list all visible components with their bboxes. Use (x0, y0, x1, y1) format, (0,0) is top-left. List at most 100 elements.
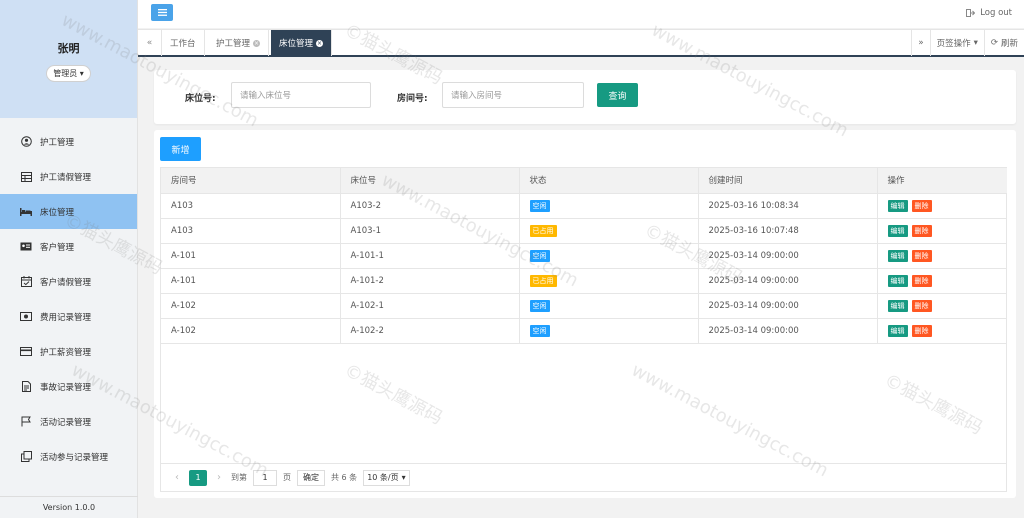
tab-bed-management[interactable]: 床位管理 × (271, 30, 333, 56)
delete-button[interactable]: 删除 (911, 299, 932, 312)
credit-card-icon (20, 347, 32, 357)
table-row: A-102 A-102-2 空闲 2025-03-14 09:00:00 编辑 删除 (161, 318, 1007, 344)
role-dropdown[interactable]: 管理员 ▾ (46, 65, 91, 82)
delete-button[interactable]: 删除 (911, 274, 932, 287)
user-circle-icon (20, 136, 32, 147)
room-number-placeholder: 请输入房间号 (451, 91, 503, 101)
status-badge: 空闲 (529, 249, 550, 262)
page-ops-label: 页签操作 (936, 39, 971, 49)
delete-button[interactable]: 删除 (911, 199, 932, 212)
sidebar-item-2[interactable]: 床位管理 (0, 194, 137, 229)
sidebar-item-label: 事故记录管理 (40, 382, 92, 393)
bed-number-placeholder: 请输入床位号 (240, 91, 292, 101)
add-button[interactable]: 新增 (160, 137, 201, 161)
refresh-label: 刷新 (1000, 39, 1018, 49)
tab-bar: « 工作台 护工管理 × 床位管理 × » 页签操作 ▾ ⟳ 刷新 (138, 29, 1024, 57)
sidebar: 张明 管理员 ▾ 护工管理护工请假管理 床位管理客户管理客户请假管理费用记录管理护… (0, 0, 138, 518)
bed-icon (20, 207, 32, 217)
room-number-label: 房间号: (397, 94, 428, 104)
column-header-room: 房间号 (161, 168, 341, 194)
sidebar-item-5[interactable]: 费用记录管理 (0, 299, 137, 334)
tab-caregiver-management[interactable]: 护工管理 × (208, 30, 270, 56)
status-badge: 空闲 (529, 299, 550, 312)
tab-dashboard[interactable]: 工作台 (162, 30, 205, 56)
bed-table: 房间号 床位号 状态 创建时间 操作 A103 A103-2 空闲 2025-03-1… (160, 167, 1007, 492)
prev-page-icon[interactable]: ‹ (171, 472, 183, 483)
sidebar-item-1[interactable]: 护工请假管理 (0, 159, 137, 194)
sidebar-item-label: 活动记录管理 (40, 417, 92, 428)
tab-scroll-right-button[interactable]: » (911, 30, 929, 56)
tab-label: 护工管理 (216, 39, 251, 49)
edit-button[interactable]: 编辑 (887, 324, 908, 337)
logout-label: Log out (980, 8, 1012, 18)
goto-page-input[interactable]: 1 (253, 469, 277, 486)
edit-button[interactable]: 编辑 (887, 299, 908, 312)
close-icon[interactable]: × (253, 39, 261, 47)
page-unit-label: 页 (283, 473, 291, 482)
sidebar-item-label: 床位管理 (40, 207, 75, 218)
sidebar-item-0[interactable]: 护工管理 (0, 124, 137, 159)
table-row: A-102 A-102-1 空闲 2025-03-14 09:00:00 编辑 删除 (161, 293, 1007, 319)
sidebar-item-6[interactable]: 护工薪资管理 (0, 334, 137, 369)
edit-button[interactable]: 编辑 (887, 199, 908, 212)
tab-scroll-left-button[interactable]: « (138, 30, 162, 56)
delete-button[interactable]: 删除 (911, 224, 932, 237)
sidebar-item-9[interactable]: 活动参与记录管理 (0, 439, 137, 474)
delete-button[interactable]: 删除 (911, 324, 932, 337)
tab-label: 床位管理 (279, 39, 314, 49)
sidebar-item-3[interactable]: 客户管理 (0, 229, 137, 264)
pagination: ‹ 1 › 到第 1 页 确定 共 6 条 10 条/页 ▾ (161, 463, 1006, 491)
sidebar-item-4[interactable]: 客户请假管理 (0, 264, 137, 299)
sidebar-item-label: 客户管理 (40, 242, 75, 253)
close-icon[interactable]: × (316, 39, 324, 47)
room-number-input[interactable]: 请输入房间号 (442, 82, 584, 108)
next-page-icon[interactable]: › (213, 472, 225, 483)
cell-bed: A-102-2 (340, 318, 520, 344)
cell-created: 2025-03-14 09:00:00 (698, 243, 878, 269)
double-chevron-right-icon: » (918, 38, 924, 48)
bed-number-input[interactable]: 请输入床位号 (231, 82, 371, 108)
page-size-value: 10 条/页 (367, 473, 399, 482)
edit-button[interactable]: 编辑 (887, 274, 908, 287)
delete-button[interactable]: 删除 (911, 249, 932, 262)
edit-button[interactable]: 编辑 (887, 224, 908, 237)
refresh-button[interactable]: ⟳ 刷新 (983, 30, 1024, 56)
caret-down-icon: ▾ (79, 69, 84, 78)
cell-bed: A-101-1 (340, 243, 520, 269)
total-count-label: 共 6 条 (331, 473, 358, 482)
table-header-row: 房间号 床位号 状态 创建时间 操作 (161, 168, 1007, 194)
sidebar-item-label: 护工请假管理 (40, 172, 92, 183)
money-icon (20, 312, 32, 322)
user-profile: 张明 管理员 ▾ (0, 0, 137, 118)
cell-room: A-102 (161, 318, 341, 344)
page-ops-dropdown[interactable]: 页签操作 ▾ (929, 30, 984, 56)
sign-out-icon (966, 9, 976, 17)
sidebar-item-8[interactable]: 活动记录管理 (0, 404, 137, 439)
cell-created: 2025-03-14 09:00:00 (698, 318, 878, 344)
cell-room: A103 (161, 218, 341, 244)
sidebar-nav: 护工管理护工请假管理 床位管理客户管理客户请假管理费用记录管理 护工薪资管理事故记录… (0, 124, 137, 474)
cell-bed: A-102-1 (340, 293, 520, 319)
sidebar-item-7[interactable]: 事故记录管理 (0, 369, 137, 404)
table-row: A103 A103-1 已占用 2025-03-16 10:07:48 编辑 删除 (161, 218, 1007, 244)
double-chevron-left-icon: « (146, 38, 153, 48)
column-header-actions: 操作 (877, 168, 1007, 194)
page-size-select[interactable]: 10 条/页 ▾ (363, 469, 410, 486)
cell-actions: 编辑 删除 (877, 293, 1007, 319)
edit-button[interactable]: 编辑 (887, 249, 908, 262)
user-name: 张明 (57, 42, 80, 55)
menu-toggle-button[interactable] (151, 4, 173, 21)
table-row: A103 A103-2 空闲 2025-03-16 10:08:34 编辑 删除 (161, 193, 1007, 219)
column-header-created: 创建时间 (698, 168, 878, 194)
cell-bed: A-101-2 (340, 268, 520, 294)
query-button[interactable]: 查询 (597, 83, 638, 107)
tab-actions: » 页签操作 ▾ ⟳ 刷新 (911, 30, 1024, 56)
cell-status: 空闲 (519, 243, 699, 269)
goto-confirm-button[interactable]: 确定 (297, 469, 325, 486)
cell-created: 2025-03-16 10:07:48 (698, 218, 878, 244)
current-page[interactable]: 1 (189, 469, 207, 486)
cell-actions: 编辑 删除 (877, 318, 1007, 344)
cell-room: A-102 (161, 293, 341, 319)
sidebar-item-label: 客户请假管理 (40, 277, 92, 288)
logout-link[interactable]: Log out (966, 8, 1012, 18)
